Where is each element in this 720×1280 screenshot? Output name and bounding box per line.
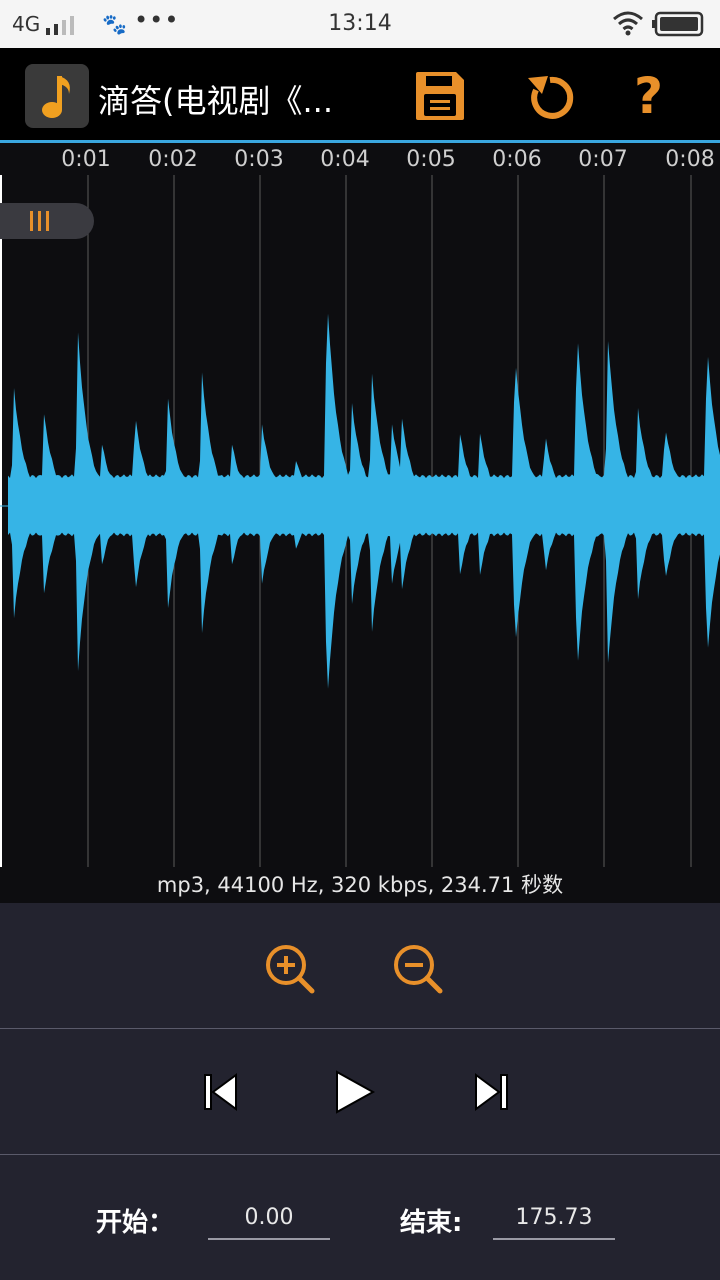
skip-next-icon — [475, 1073, 508, 1111]
zoom-out-icon — [394, 945, 443, 994]
waveform-svg[interactable] — [0, 175, 720, 867]
zoom-panel — [0, 903, 720, 1028]
timeline-tick: 0:02 — [148, 147, 198, 172]
save-icon — [416, 72, 464, 120]
timeline-tick: 0:05 — [406, 147, 456, 172]
timeline-tick: 0:04 — [320, 147, 370, 172]
timeline-ruler: 0:01 0:02 0:03 0:04 0:05 0:06 0:07 0:08 — [0, 143, 720, 175]
song-title: 滴答(电视剧《... — [98, 82, 334, 120]
timeline-tick: 0:03 — [234, 147, 284, 172]
play-icon — [336, 1070, 376, 1114]
skip-previous-button[interactable] — [202, 1072, 240, 1116]
skip-previous-icon — [204, 1073, 237, 1111]
help-icon: ? — [634, 67, 664, 125]
timeline-tick: 0:07 — [578, 147, 628, 172]
file-info: mp3, 44100 Hz, 320 kbps, 234.71 秒数 — [0, 867, 720, 903]
playback-panel — [0, 1029, 720, 1154]
status-bar: 4G 🐾 ••• 13:14 — [0, 0, 720, 48]
undo-button[interactable] — [522, 68, 582, 128]
start-marker-handle[interactable] — [0, 203, 94, 239]
timeline-tick: 0:06 — [492, 147, 542, 172]
start-time-field[interactable]: 0.00 — [208, 1202, 330, 1240]
skip-next-button[interactable] — [472, 1072, 510, 1116]
zoom-out-button[interactable] — [390, 941, 446, 1001]
battery-icon — [652, 11, 704, 37]
end-label: 结束: — [400, 1208, 463, 1238]
wifi-icon — [613, 11, 643, 36]
zoom-in-icon — [266, 945, 315, 994]
music-note-icon[interactable] — [25, 64, 89, 128]
waveform-view[interactable] — [0, 175, 720, 867]
save-button[interactable] — [412, 68, 472, 128]
play-button[interactable] — [334, 1069, 376, 1119]
waveform-shape — [8, 313, 720, 689]
app-toolbar: 滴答(电视剧《... ? — [0, 48, 720, 142]
timeline-tick: 0:01 — [61, 147, 111, 172]
grip-icon — [30, 211, 49, 231]
undo-icon — [528, 76, 574, 119]
end-time-field[interactable]: 175.73 — [493, 1202, 615, 1240]
zoom-in-button[interactable] — [262, 941, 318, 1001]
start-label: 开始： — [96, 1208, 175, 1238]
timeline-tick: 0:08 — [665, 147, 715, 172]
help-button[interactable]: ? — [634, 68, 694, 128]
